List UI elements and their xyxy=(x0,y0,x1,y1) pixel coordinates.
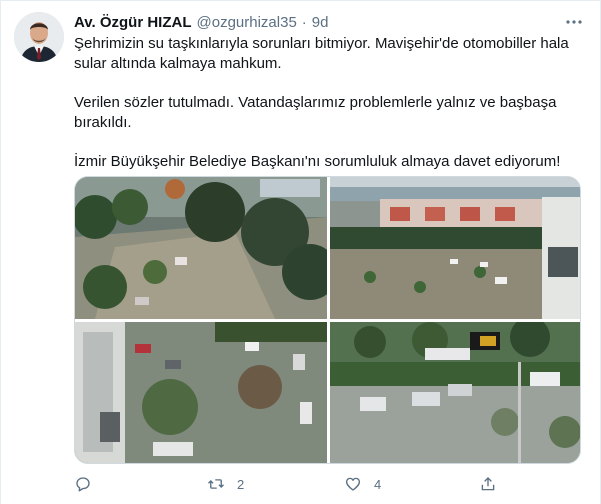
avatar-portrait xyxy=(14,12,64,62)
top-divider xyxy=(0,0,601,1)
separator-dot: · xyxy=(301,13,307,31)
retweet-count: 2 xyxy=(237,476,245,492)
more-options-icon xyxy=(566,20,582,24)
tweet-timestamp[interactable]: 9d xyxy=(312,14,329,31)
avatar[interactable] xyxy=(14,12,64,62)
photo-4-image xyxy=(330,322,580,463)
share-icon xyxy=(481,477,495,491)
photo-1-image xyxy=(75,177,327,319)
tweet-action-bar: 2 4 xyxy=(74,470,554,498)
tweet-paragraph-2: Verilen sözler tutulmadı. Vatandaşlarımı… xyxy=(74,94,557,131)
reply-icon xyxy=(76,477,90,492)
retweet-icon xyxy=(208,479,224,489)
photo-flooded-road-excavator[interactable] xyxy=(330,322,580,463)
media-grid xyxy=(74,176,581,464)
reply-button[interactable] xyxy=(74,470,104,498)
retweet-button[interactable]: 2 xyxy=(207,470,244,498)
photo-flooded-parking-coast[interactable] xyxy=(330,177,580,319)
photo-flooded-street-aerial[interactable] xyxy=(75,177,327,319)
more-options-button[interactable] xyxy=(561,12,587,32)
like-icon xyxy=(345,477,361,491)
author-name[interactable]: Av. Özgür HIZAL xyxy=(74,14,192,31)
tweet-text: Şehrimizin su taşkınlarıyla sorunları bi… xyxy=(74,34,579,191)
like-button[interactable]: 4 xyxy=(344,470,381,498)
author-handle[interactable]: @ozgurhizal35 xyxy=(197,14,297,31)
tweet-header: Av. Özgür HIZAL @ozgurhizal35 · 9d xyxy=(74,12,328,32)
photo-cars-in-water-top-view[interactable] xyxy=(75,322,327,463)
photo-2-image xyxy=(330,177,580,319)
tweet-paragraph-1: Şehrimizin su taşkınlarıyla sorunları bi… xyxy=(74,35,569,72)
tweet-paragraph-3: İzmir Büyükşehir Belediye Başkanı'nı sor… xyxy=(74,153,561,170)
photo-3-image xyxy=(75,322,327,463)
like-count: 4 xyxy=(374,476,382,492)
share-button[interactable] xyxy=(479,470,497,498)
